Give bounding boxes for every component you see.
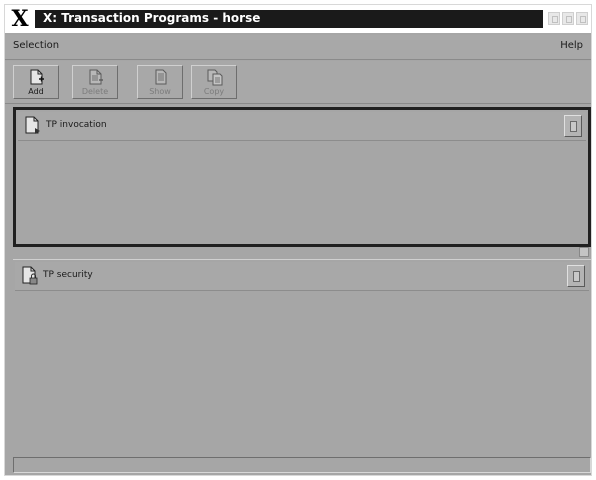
- add-button-label: Add: [28, 87, 44, 96]
- title-bar[interactable]: X X: Transaction Programs - horse: [5, 5, 591, 33]
- add-document-icon: [30, 69, 44, 85]
- copy-button-label: Copy: [203, 87, 225, 96]
- copy-button[interactable]: Copy: [191, 65, 237, 99]
- tp-invocation-header[interactable]: TP invocation: [18, 112, 586, 141]
- minimize-icon[interactable]: [548, 12, 560, 25]
- application-window: X X: Transaction Programs - horse Select…: [4, 4, 592, 476]
- show-document-icon: [155, 69, 167, 85]
- tp-security-pane[interactable]: TP security: [13, 259, 591, 457]
- show-button-label: Show: [149, 87, 171, 96]
- menu-selection[interactable]: Selection: [13, 40, 59, 51]
- copy-document-icon: [207, 69, 223, 86]
- tp-invocation-icon: [25, 116, 40, 134]
- title-strip[interactable]: X: Transaction Programs - horse: [35, 10, 543, 28]
- expand-toggle-icon[interactable]: [567, 265, 585, 287]
- menu-help[interactable]: Help: [560, 40, 583, 51]
- delete-button[interactable]: Delete: [72, 65, 118, 99]
- tp-invocation-pane[interactable]: TP invocation: [13, 107, 591, 247]
- sash-handle-icon[interactable]: [579, 247, 589, 257]
- delete-button-label: Delete: [81, 87, 109, 96]
- close-window-icon[interactable]: [576, 12, 588, 25]
- delete-document-icon: [89, 69, 103, 85]
- pane-splitter[interactable]: [13, 247, 591, 259]
- show-button[interactable]: Show: [137, 65, 183, 99]
- tp-security-label: TP security: [43, 270, 93, 280]
- expand-toggle-icon[interactable]: [564, 115, 582, 137]
- menu-bar: Selection Help: [5, 35, 591, 60]
- maximize-icon[interactable]: [562, 12, 574, 25]
- window-title: X: Transaction Programs - horse: [43, 11, 261, 25]
- toolbar: Add Delete Show Copy: [5, 61, 591, 104]
- add-button[interactable]: Add: [13, 65, 59, 99]
- tp-invocation-label: TP invocation: [46, 120, 107, 130]
- tp-security-header[interactable]: TP security: [15, 262, 589, 291]
- x-logo-icon[interactable]: X: [7, 8, 33, 30]
- tp-security-icon: [22, 266, 38, 285]
- status-bar: [13, 457, 591, 473]
